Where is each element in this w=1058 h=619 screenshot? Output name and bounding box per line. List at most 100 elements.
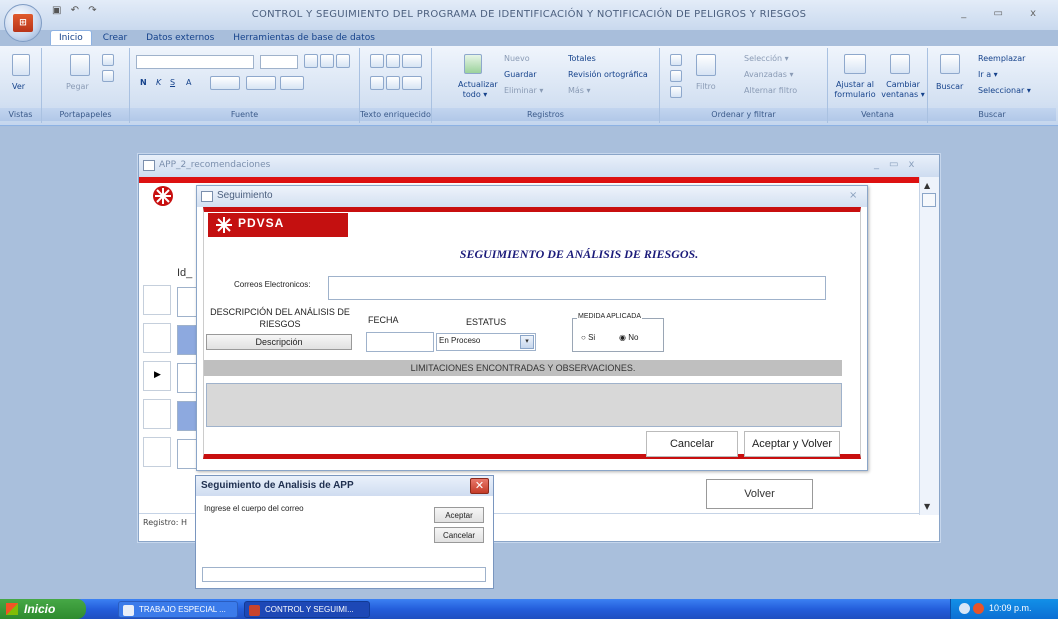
- decrease-indent-icon[interactable]: [370, 54, 384, 68]
- alternar-filtro-button[interactable]: Alternar filtro: [744, 86, 797, 95]
- fit-form-icon[interactable]: [844, 54, 866, 74]
- eliminar-button[interactable]: Eliminar ▾: [504, 86, 543, 95]
- medida-si-label: Si: [588, 333, 596, 342]
- clear-sort-icon[interactable]: [670, 86, 682, 98]
- dialog-cancelar-button[interactable]: Cancelar: [434, 527, 484, 543]
- app2-window-controls[interactable]: _▭x: [874, 159, 924, 170]
- align-left-icon[interactable]: [304, 54, 318, 68]
- align-right-icon[interactable]: [336, 54, 350, 68]
- refresh-icon[interactable]: [464, 54, 482, 74]
- row-selector[interactable]: [143, 399, 171, 429]
- tab-inicio[interactable]: Inicio: [50, 30, 92, 45]
- app2-scrollbar[interactable]: ▲ ▼: [919, 177, 939, 515]
- copy-icon[interactable]: [102, 70, 114, 82]
- actualizar-todo-button[interactable]: Actualizar todo ▾: [458, 80, 498, 100]
- fill-color-icon[interactable]: [210, 76, 240, 90]
- bullets-icon[interactable]: [370, 76, 384, 90]
- tab-herramientas[interactable]: Herramientas de base de datos: [225, 31, 383, 45]
- dialog-input[interactable]: [202, 567, 486, 582]
- switch-windows-icon[interactable]: [890, 54, 910, 74]
- office-button[interactable]: ⊞: [4, 4, 42, 42]
- italic-button[interactable]: K: [156, 78, 161, 87]
- clock[interactable]: 10:09 p.m.: [989, 603, 1032, 613]
- ir-a-button[interactable]: Ir a ▾: [978, 70, 998, 79]
- fecha-label: FECHA: [368, 315, 399, 325]
- increase-indent-icon[interactable]: [386, 54, 400, 68]
- sort-desc-icon[interactable]: [670, 70, 682, 82]
- numbering-icon[interactable]: [386, 76, 400, 90]
- filter-icon[interactable]: [696, 54, 716, 76]
- row-selector[interactable]: [143, 437, 171, 467]
- pdvsa-logo-text: PDVSA: [238, 216, 285, 230]
- avanzadas-button[interactable]: Avanzadas ▾: [744, 70, 794, 79]
- window-controls[interactable]: _ ▭ x: [961, 8, 1048, 19]
- paste-icon[interactable]: [70, 54, 90, 76]
- record-selector-icon[interactable]: [922, 193, 936, 207]
- align-center-icon[interactable]: [320, 54, 334, 68]
- highlight-icon[interactable]: [402, 76, 422, 90]
- limitaciones-header: LIMITACIONES ENCONTRADAS Y OBSERVACIONES…: [204, 360, 842, 376]
- chevron-down-icon[interactable]: ▾: [520, 335, 534, 349]
- medida-no-radio[interactable]: ◉ No: [619, 333, 638, 342]
- tab-crear[interactable]: Crear: [95, 31, 136, 45]
- nuevo-button[interactable]: Nuevo: [504, 54, 530, 63]
- descripcion-button[interactable]: Descripción: [206, 334, 352, 350]
- security-icon[interactable]: [973, 603, 984, 614]
- group-ordenar-filtrar: Filtro Selección ▾ Avanzadas ▾ Alternar …: [660, 48, 828, 123]
- seleccion-button[interactable]: Selección ▾: [744, 54, 789, 63]
- ajustar-formulario-button[interactable]: Ajustar al formulario: [830, 80, 880, 100]
- medida-si-radio[interactable]: ○ Si: [581, 333, 595, 342]
- group-buscar: Buscar Reemplazar Ir a ▾ Seleccionar ▾ B…: [928, 48, 1056, 123]
- cancelar-button[interactable]: Cancelar: [646, 431, 738, 457]
- underline-button[interactable]: S: [170, 78, 175, 87]
- group-label-registros: Registros: [432, 108, 659, 121]
- close-icon[interactable]: ×: [849, 190, 857, 201]
- scroll-down-icon[interactable]: ▼: [924, 502, 930, 511]
- seleccionar-button[interactable]: Seleccionar ▾: [978, 86, 1031, 95]
- gridlines-icon[interactable]: [246, 76, 276, 90]
- binoculars-icon[interactable]: [940, 54, 960, 74]
- aceptar-volver-button[interactable]: Aceptar y Volver: [744, 431, 840, 457]
- paragraph-direction-icon[interactable]: [402, 54, 422, 68]
- font-size-select[interactable]: [260, 55, 298, 69]
- start-button[interactable]: Inicio: [0, 599, 86, 619]
- estatus-select[interactable]: En Proceso ▾: [436, 333, 536, 351]
- font-color-button[interactable]: A: [186, 78, 191, 87]
- observaciones-textarea[interactable]: [206, 383, 842, 427]
- correos-input[interactable]: [328, 276, 826, 300]
- row-selector-current[interactable]: ▶: [143, 361, 171, 391]
- pegar-button[interactable]: Pegar: [66, 82, 89, 91]
- buscar-button[interactable]: Buscar: [936, 82, 963, 91]
- dialog-aceptar-button[interactable]: Aceptar: [434, 507, 484, 523]
- guardar-button[interactable]: Guardar: [504, 70, 537, 79]
- filtro-button[interactable]: Filtro: [696, 82, 716, 91]
- sort-asc-icon[interactable]: [670, 54, 682, 66]
- network-icon[interactable]: [959, 603, 970, 614]
- pdvsa-sun-logo: [149, 185, 177, 207]
- descripcion-label: DESCRIPCIÓN DEL ANÁLISIS DE RIESGOS: [210, 307, 350, 329]
- dialog-prompt: Ingrese el cuerpo del correo: [204, 504, 304, 513]
- revision-button[interactable]: Revisión ortográfica: [568, 70, 648, 79]
- scroll-up-icon[interactable]: ▲: [924, 181, 930, 190]
- group-fuente: N K S A Fuente: [130, 48, 360, 123]
- reemplazar-button[interactable]: Reemplazar: [978, 54, 1025, 63]
- cambiar-ventanas-button[interactable]: Cambiar ventanas ▾: [880, 80, 926, 100]
- mas-button[interactable]: Más ▾: [568, 86, 591, 95]
- totales-button[interactable]: Totales: [568, 54, 596, 63]
- taskbar-item-control[interactable]: CONTROL Y SEGUIMI...: [244, 601, 370, 618]
- row-selector[interactable]: [143, 285, 171, 315]
- row-selector[interactable]: [143, 323, 171, 353]
- tab-datos-externos[interactable]: Datos externos: [138, 31, 222, 45]
- taskbar-item-trabajo[interactable]: TRABAJO ESPECIAL ...: [118, 601, 238, 618]
- alt-fill-icon[interactable]: [280, 76, 304, 90]
- close-icon[interactable]: ✕: [470, 478, 489, 494]
- font-name-select[interactable]: [136, 55, 254, 69]
- ver-button[interactable]: Ver: [12, 82, 25, 91]
- cut-icon[interactable]: [102, 54, 114, 66]
- bold-button[interactable]: N: [140, 78, 147, 87]
- seguimiento-window: Seguimiento × PDVSA SEGUIMIENTO DE ANÁLI…: [196, 185, 868, 471]
- view-icon[interactable]: [12, 54, 30, 76]
- fecha-input[interactable]: [366, 332, 434, 352]
- estatus-value: En Proceso: [439, 336, 481, 345]
- volver-button[interactable]: Volver: [706, 479, 813, 509]
